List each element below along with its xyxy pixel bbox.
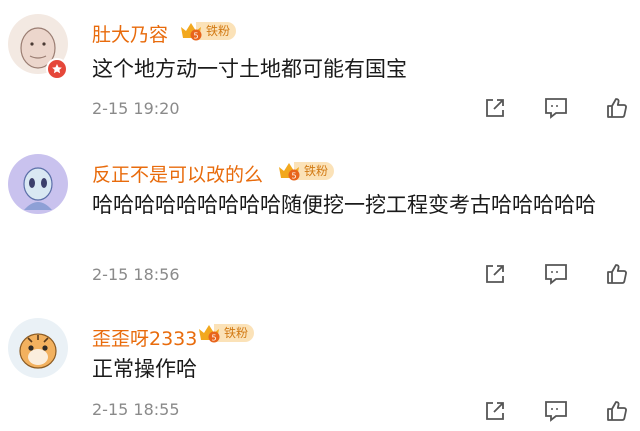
timestamp: 2-15 18:56 (92, 265, 180, 284)
like-icon[interactable] (603, 397, 631, 425)
username[interactable]: 反正不是可以改的么 (92, 160, 263, 187)
share-icon[interactable] (481, 260, 509, 288)
level-badge-icon (46, 58, 68, 80)
svg-text:5: 5 (291, 172, 296, 181)
comment-icon[interactable] (542, 94, 570, 122)
comment-item: 肚大乃容 5 铁粉 这个地方动一寸土地都可能有国宝 2-15 19:20 (0, 0, 640, 140)
comment-text: 这个地方动一寸土地都可能有国宝 (92, 57, 407, 81)
like-icon[interactable] (603, 94, 631, 122)
timestamp: 2-15 19:20 (92, 99, 180, 118)
avatar[interactable] (8, 318, 68, 378)
comment-text: 哈哈哈哈哈哈哈哈哈随便挖一挖工程变考古哈哈哈哈哈 (92, 193, 596, 217)
svg-text:5: 5 (193, 32, 198, 41)
username[interactable]: 歪歪呀2333 (92, 324, 197, 351)
crown-icon: 5 (196, 322, 222, 344)
svg-text:5: 5 (211, 334, 216, 343)
like-icon[interactable] (603, 260, 631, 288)
comment-item: 歪歪呀2333 5 铁粉 正常操作哈 2-15 18:55 (0, 304, 640, 431)
username[interactable]: 肚大乃容 (92, 20, 168, 47)
crown-icon: 5 (178, 20, 204, 42)
share-icon[interactable] (481, 397, 509, 425)
fan-badge: 5 铁粉 (178, 20, 237, 42)
comment-icon[interactable] (542, 260, 570, 288)
avatar[interactable] (8, 154, 68, 214)
fan-badge: 5 铁粉 (196, 322, 255, 344)
comment-icon[interactable] (542, 397, 570, 425)
comment-item: 反正不是可以改的么 5 铁粉 哈哈哈哈哈哈哈哈哈随便挖一挖工程变考古哈哈哈哈哈 … (0, 140, 640, 304)
fan-badge: 5 铁粉 (276, 160, 335, 182)
timestamp: 2-15 18:55 (92, 400, 180, 419)
crown-icon: 5 (276, 160, 302, 182)
comment-text: 正常操作哈 (92, 357, 197, 381)
share-icon[interactable] (481, 94, 509, 122)
